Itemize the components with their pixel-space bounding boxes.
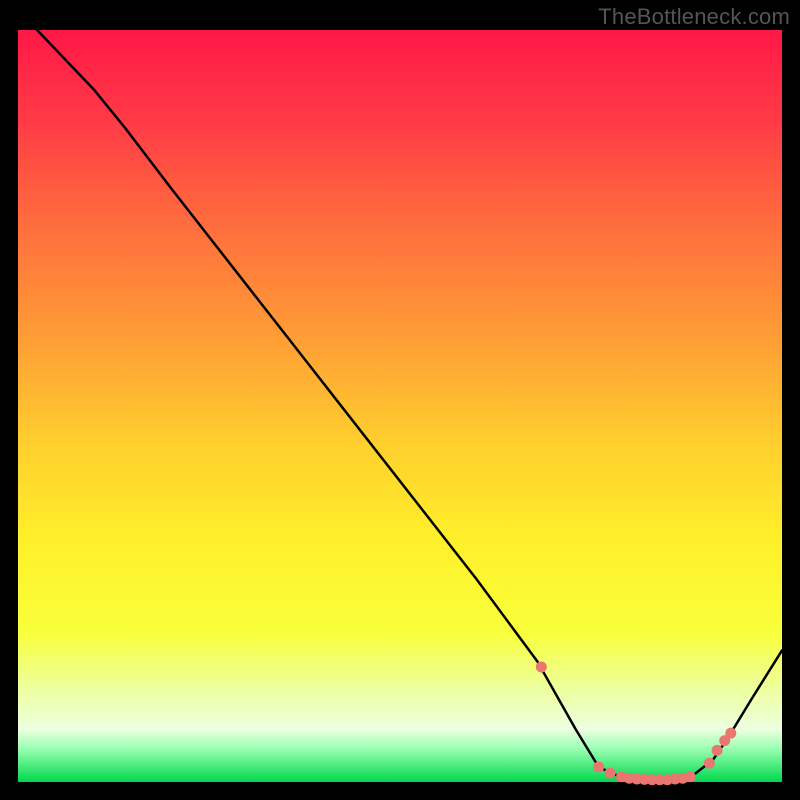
- marker-point: [712, 745, 723, 756]
- marker-point: [536, 661, 547, 672]
- watermark-text: TheBottleneck.com: [598, 4, 790, 30]
- marker-point: [685, 771, 696, 782]
- marker-point: [593, 761, 604, 772]
- bottleneck-chart: [0, 0, 800, 800]
- marker-point: [725, 728, 736, 739]
- marker-point: [704, 758, 715, 769]
- plot-background: [18, 30, 782, 782]
- chart-container: TheBottleneck.com: [0, 0, 800, 800]
- marker-point: [605, 767, 616, 778]
